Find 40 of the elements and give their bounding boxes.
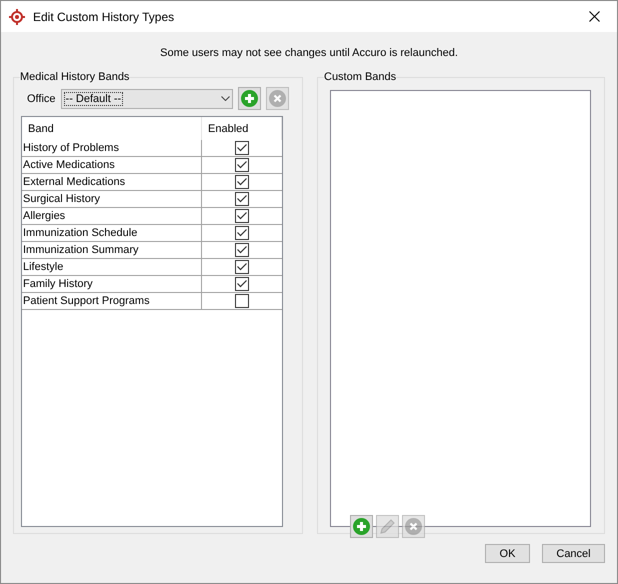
table-cell: Lifestyle: [22, 259, 202, 275]
group-title: Custom Bands: [324, 71, 396, 83]
cancel-button[interactable]: Cancel: [542, 544, 605, 563]
checkbox[interactable]: [235, 294, 249, 308]
checkbox[interactable]: [235, 141, 249, 155]
target-logo-icon: [9, 8, 25, 24]
table-cell: Active Medications: [22, 157, 202, 173]
add-button[interactable]: [350, 515, 373, 538]
office-dropdown[interactable]: -- Default --: [60, 88, 233, 108]
plus-icon: [240, 90, 258, 107]
checkbox[interactable]: [235, 175, 249, 189]
checkbox[interactable]: [235, 209, 249, 223]
table-cell: External Medications: [22, 174, 202, 190]
checkbox[interactable]: [235, 158, 249, 172]
close-icon: [268, 90, 286, 107]
checkbox[interactable]: [235, 192, 249, 206]
column-header[interactable]: Enabled: [202, 117, 282, 140]
plus-icon: [353, 518, 370, 535]
pencil-icon: [379, 518, 396, 535]
table-cell: Surgical History: [22, 191, 202, 207]
chevron-down-icon: [220, 96, 230, 101]
checkbox[interactable]: [235, 260, 249, 274]
close-icon: [588, 11, 600, 22]
notice-text: Some users may not see changes until Accuro is relaunched.: [159, 47, 459, 61]
office-label: Office: [27, 92, 56, 104]
checkbox[interactable]: [235, 226, 249, 240]
table-cell: Allergies: [22, 208, 202, 224]
ok-button[interactable]: OK: [485, 544, 530, 563]
column-header[interactable]: Band: [22, 117, 202, 140]
close-icon: [405, 518, 422, 535]
group-title: Medical History Bands: [20, 71, 130, 83]
table-cell: Immunization Schedule: [22, 225, 202, 241]
table-cell: Immunization Summary: [22, 242, 202, 258]
checkbox[interactable]: [235, 243, 249, 257]
add-button[interactable]: [238, 87, 261, 110]
table-cell: Patient Support Programs: [22, 293, 202, 309]
window-title: Edit Custom History Types: [33, 10, 176, 24]
checkbox[interactable]: [235, 277, 249, 291]
table-cell: History of Problems: [22, 140, 202, 156]
table-cell: Family History: [22, 276, 202, 292]
